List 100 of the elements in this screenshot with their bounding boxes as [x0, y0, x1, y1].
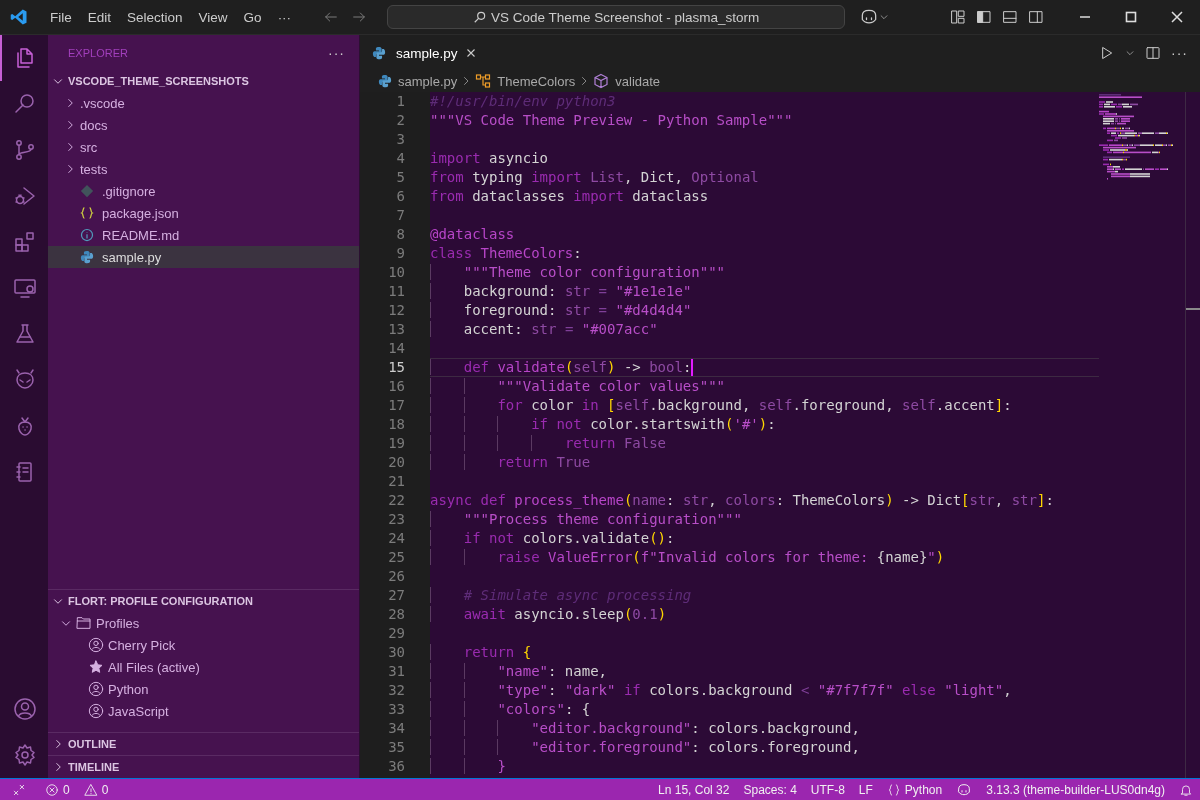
diamond-icon: [80, 184, 94, 198]
code-line: "colors": {: [430, 700, 591, 719]
menu-item[interactable]: View: [190, 6, 236, 28]
section-header[interactable]: TIMELINE: [48, 756, 359, 778]
status-item[interactable]: LF: [851, 779, 880, 800]
tree-item[interactable]: .vscode: [48, 92, 359, 114]
search-icon: [13, 92, 37, 116]
line-number: 1: [395, 92, 406, 111]
code-line: "name": name,: [430, 662, 608, 681]
line-number: 33: [387, 700, 406, 719]
section-header[interactable]: OUTLINE: [48, 733, 359, 755]
bug-play-icon: [13, 184, 37, 208]
line-number: 6: [395, 187, 406, 206]
code-line: }: [430, 757, 506, 776]
more-menu[interactable]: ···: [269, 6, 300, 28]
flask-icon: [13, 322, 37, 346]
breadcrumb[interactable]: sample.py: [398, 73, 458, 89]
tree-item[interactable]: README.md: [48, 224, 359, 246]
tree-item[interactable]: Python: [48, 678, 359, 700]
line-number: 18: [387, 415, 406, 434]
layout-icon: [950, 9, 966, 25]
tree-item[interactable]: docs: [48, 114, 359, 136]
settings-icon: [13, 743, 37, 767]
person-icon: [88, 637, 104, 653]
run-icon: [1099, 44, 1115, 61]
tree-item[interactable]: All Files (active): [48, 656, 359, 678]
code-line: await asyncio.sleep(0.1): [430, 605, 667, 624]
code-line: class ThemeColors:: [430, 244, 582, 263]
code-line: if not colors.validate():: [430, 529, 675, 548]
tree-item[interactable]: package.json: [48, 202, 359, 224]
remote-icon: [12, 782, 26, 797]
maximize-icon[interactable]: [1125, 11, 1137, 23]
line-number: 19: [387, 434, 406, 453]
menu-item[interactable]: File: [42, 6, 80, 28]
code-line: foreground: str = "#d4d4d4": [430, 301, 692, 320]
line-number: 22: [387, 491, 406, 510]
code-line: import asyncio: [430, 149, 548, 168]
code-line: from typing import List, Dict, Optional: [430, 168, 759, 187]
code-line: """Process theme configuration""": [430, 510, 742, 529]
line-number: 21: [387, 472, 406, 491]
line-number: 8: [395, 225, 406, 244]
folder-icon: [76, 615, 92, 631]
tree-item[interactable]: JavaScript: [48, 700, 359, 722]
branch-icon: [13, 138, 37, 162]
line-number: 4: [395, 149, 406, 168]
scroll-marker: [1186, 308, 1200, 310]
status-item[interactable]: 3.13.3 (theme-builder-LUS0dn4g): [979, 779, 1172, 800]
section-header[interactable]: VSCODE_THEME_SCREENSHOTS: [48, 70, 359, 92]
section-header[interactable]: FLORT: PROFILE CONFIGURATION: [48, 590, 359, 612]
braces-icon: [886, 782, 901, 797]
line-number: 11: [387, 282, 406, 301]
line-number: 13: [387, 320, 406, 339]
error-icon: [45, 782, 59, 797]
menu-item[interactable]: Selection: [119, 6, 191, 28]
tree-item[interactable]: sample.py: [48, 246, 359, 268]
tree-item[interactable]: Profiles: [48, 612, 359, 634]
code-line: return True: [430, 453, 591, 472]
line-number: 14: [387, 339, 406, 358]
warning-icon: [83, 782, 98, 797]
code-line: return {: [430, 643, 532, 662]
line-number: 25: [387, 548, 406, 567]
status-item[interactable]: Ln 15, Col 32: [651, 779, 737, 800]
line-number: 3: [395, 130, 406, 149]
menu-item[interactable]: Edit: [79, 6, 120, 28]
status-item[interactable]: Spaces: 4: [736, 779, 804, 800]
blocks-icon: [13, 230, 37, 254]
line-number: 15: [387, 358, 406, 377]
monitor-icon: [13, 276, 37, 300]
code-line: async def process_theme(name: str, colors: ThemeColors) -> Dict[str, str]:: [430, 491, 1054, 510]
code-line: if not color.startswith('#'):: [430, 415, 776, 434]
more-actions[interactable]: ···: [1171, 44, 1188, 61]
errors-count[interactable]: 0: [38, 779, 77, 800]
panel-icon: [1002, 9, 1018, 25]
tree-item[interactable]: .gitignore: [48, 180, 359, 202]
line-number: 30: [387, 643, 406, 662]
sidebar-right-icon: [1028, 9, 1044, 25]
star-icon: [88, 659, 104, 675]
language-mode[interactable]: Python: [879, 779, 950, 800]
more-actions[interactable]: ···: [328, 44, 345, 61]
cube-icon: [593, 73, 610, 89]
tree-item[interactable]: src: [48, 136, 359, 158]
tree-item[interactable]: Cherry Pick: [48, 634, 359, 656]
panel-title: EXPLORER: [68, 46, 128, 59]
back-arrow-icon: [323, 9, 340, 25]
breadcrumb[interactable]: ThemeColors: [497, 73, 576, 89]
line-number: 34: [387, 719, 406, 738]
code-line: "editor.foreground": colors.foreground,: [430, 738, 860, 757]
braces-icon: [80, 206, 94, 220]
breadcrumb[interactable]: validate: [615, 73, 661, 89]
code-line: """Theme color configuration""": [430, 263, 725, 282]
warnings-count[interactable]: 0: [76, 779, 116, 800]
menu-item[interactable]: Go: [235, 6, 270, 28]
code-line: @dataclass: [430, 225, 515, 244]
account-icon: [13, 697, 37, 721]
close-icon[interactable]: [1171, 11, 1183, 23]
tree-item[interactable]: tests: [48, 158, 359, 180]
line-number: 12: [387, 301, 406, 320]
command-center[interactable]: VS Code Theme Screenshot - plasma_storm: [387, 5, 846, 29]
status-item[interactable]: UTF-8: [803, 779, 852, 800]
alien-icon: [13, 368, 37, 392]
